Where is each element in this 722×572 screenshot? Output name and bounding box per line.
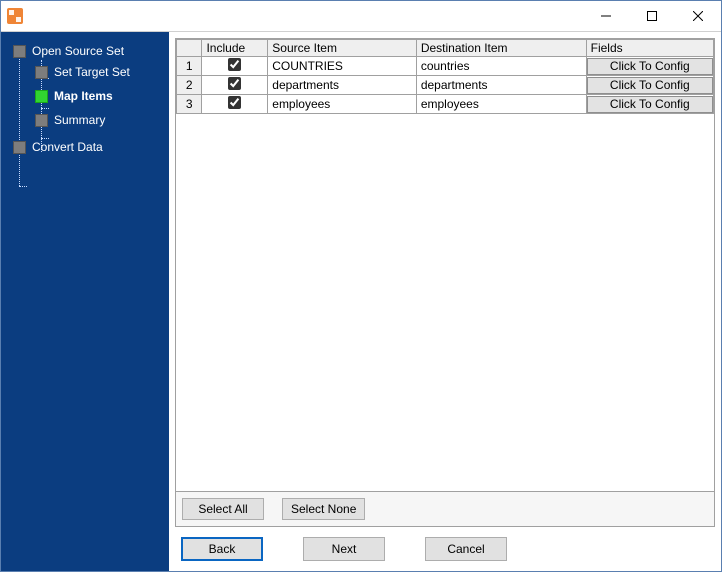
source-item-cell[interactable]: COUNTRIES (268, 57, 417, 76)
destination-item-cell[interactable]: employees (416, 95, 586, 114)
fields-cell: Click To Config (586, 76, 713, 95)
main-panel: Include Source Item Destination Item Fie… (169, 32, 721, 571)
row-number[interactable]: 2 (177, 76, 202, 95)
step-marker-icon (35, 114, 48, 127)
step-label: Map Items (54, 89, 113, 103)
step-summary[interactable]: Summary (35, 111, 169, 129)
wizard-window: Open Source Set Set Target Set (0, 0, 722, 572)
grid-header-row: Include Source Item Destination Item Fie… (177, 40, 714, 57)
table-row: 1 COUNTRIES countries Click To Config (177, 57, 714, 76)
row-number[interactable]: 1 (177, 57, 202, 76)
next-button[interactable]: Next (303, 537, 385, 561)
include-cell[interactable] (202, 57, 268, 76)
config-fields-button[interactable]: Click To Config (587, 96, 713, 113)
col-fields[interactable]: Fields (586, 40, 713, 57)
include-cell[interactable] (202, 95, 268, 114)
table-row: 2 departments departments Click To Confi… (177, 76, 714, 95)
step-marker-icon (35, 90, 48, 103)
wizard-steps-sidebar: Open Source Set Set Target Set (1, 32, 169, 571)
selection-bar: Select All Select None (175, 492, 715, 527)
titlebar (1, 1, 721, 31)
fields-cell: Click To Config (586, 95, 713, 114)
mapping-grid[interactable]: Include Source Item Destination Item Fie… (175, 38, 715, 492)
select-all-button[interactable]: Select All (182, 498, 264, 520)
cancel-button[interactable]: Cancel (425, 537, 507, 561)
app-icon (7, 8, 23, 24)
select-none-button[interactable]: Select None (282, 498, 365, 520)
col-include[interactable]: Include (202, 40, 268, 57)
step-set-target-set[interactable]: Set Target Set (35, 63, 169, 81)
back-button[interactable]: Back (181, 537, 263, 561)
step-map-items[interactable]: Map Items (35, 87, 169, 105)
config-fields-button[interactable]: Click To Config (587, 77, 713, 94)
include-checkbox[interactable] (228, 77, 241, 90)
destination-item-cell[interactable]: countries (416, 57, 586, 76)
fields-cell: Click To Config (586, 57, 713, 76)
col-destination-item[interactable]: Destination Item (416, 40, 586, 57)
step-convert-data[interactable]: Convert Data (13, 138, 169, 156)
minimize-button[interactable] (583, 1, 629, 31)
grid-corner (177, 40, 202, 57)
source-item-cell[interactable]: employees (268, 95, 417, 114)
destination-item-cell[interactable]: departments (416, 76, 586, 95)
step-label: Summary (54, 113, 105, 127)
source-item-cell[interactable]: departments (268, 76, 417, 95)
step-label: Open Source Set (32, 44, 124, 58)
step-marker-icon (13, 45, 26, 58)
include-checkbox[interactable] (228, 96, 241, 109)
row-number[interactable]: 3 (177, 95, 202, 114)
table-row: 3 employees employees Click To Config (177, 95, 714, 114)
config-fields-button[interactable]: Click To Config (587, 58, 713, 75)
close-button[interactable] (675, 1, 721, 31)
wizard-nav: Back Next Cancel (175, 527, 715, 561)
step-label: Set Target Set (54, 65, 130, 79)
step-marker-icon (35, 66, 48, 79)
step-open-source-set[interactable]: Open Source Set (13, 42, 169, 60)
step-label: Convert Data (32, 140, 103, 154)
col-source-item[interactable]: Source Item (268, 40, 417, 57)
include-checkbox[interactable] (228, 58, 241, 71)
maximize-button[interactable] (629, 1, 675, 31)
include-cell[interactable] (202, 76, 268, 95)
step-marker-icon (13, 141, 26, 154)
